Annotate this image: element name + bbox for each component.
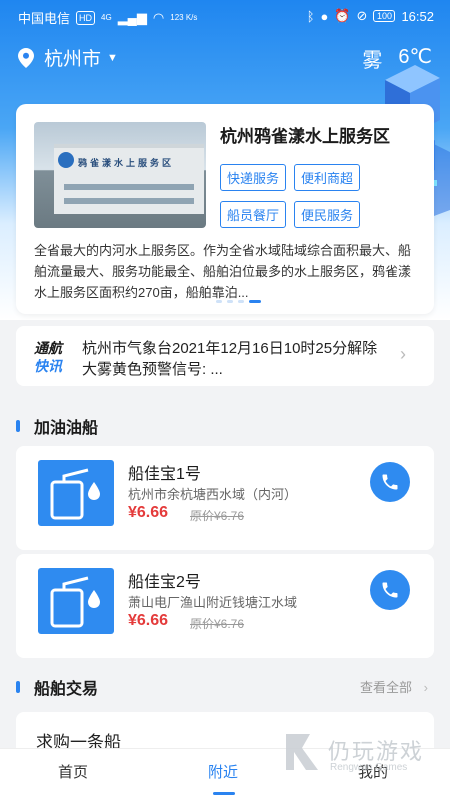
service-area-photo: 鸦雀漾水上服务区: [34, 122, 206, 228]
watermark: 仍玩游戏 Rengwan Games: [276, 728, 436, 778]
ship-original-price: 原价¥6.76: [190, 617, 245, 631]
carousel-dot[interactable]: [238, 300, 244, 303]
alarm-icon: ⏰: [334, 8, 351, 23]
active-tab-indicator: [213, 792, 235, 795]
notice-badge-line2: 快讯: [34, 358, 62, 374]
speed-label: 123 K/s: [170, 13, 198, 22]
bluetooth-icon: ᛒ: [306, 8, 315, 24]
watermark-subtext: Rengwan Games: [330, 762, 408, 773]
banner-description: 全省最大的内河水上服务区。作为全省水域陆域综合面积最大、船舶流量最大、服务功能最…: [34, 243, 412, 300]
ship-address: 杭州市余杭塘西水域（内河）: [128, 487, 298, 502]
fuel-section-header: 加油油船: [16, 414, 98, 438]
tag-public-service[interactable]: 便民服务: [294, 201, 361, 228]
see-all-label: 查看全部: [360, 680, 413, 695]
chevron-right-icon: ›: [423, 680, 428, 695]
banner-title: 杭州鸦雀漾水上服务区: [220, 127, 390, 146]
section-marker: [16, 681, 20, 693]
notice-text: 杭州市气象台2021年12月16日10时25分解除大雾黄色预警信号: ...: [82, 340, 378, 378]
building-sign: 鸦雀漾水上服务区: [78, 158, 175, 168]
ship-original-price: 原价¥6.76: [190, 509, 245, 523]
phone-icon: [382, 474, 398, 490]
city-selector[interactable]: 杭州市 ▼: [18, 44, 118, 71]
carousel-indicator: [216, 300, 261, 303]
trade-section-header: 船舶交易: [16, 675, 98, 699]
carrier-label: 中国电信: [18, 11, 71, 26]
dnd-icon: ⊘: [356, 8, 368, 23]
ship-name: 船佳宝2号: [128, 574, 201, 591]
tag-crew-restaurant[interactable]: 船员餐厅: [220, 201, 287, 228]
caret-down-icon: ▼: [107, 51, 118, 64]
status-bar: 中国电信 HD 4G ▂▄▆ ◠ 123 K/s ᛒ ● ⏰ ⊘ 100 16:…: [0, 0, 450, 32]
notice-badge-line1: 通航: [34, 340, 62, 356]
fuel-section-title: 加油油船: [34, 420, 99, 437]
chevron-right-icon: ›: [400, 344, 406, 364]
signal-icon: ▂▄▆: [117, 9, 147, 25]
location-status-icon: ●: [320, 8, 329, 24]
clock: 16:52: [401, 8, 434, 24]
tab-home[interactable]: 首页: [58, 761, 88, 782]
call-button[interactable]: [370, 570, 410, 610]
see-all-link[interactable]: 查看全部 ›: [360, 677, 428, 696]
tab-nearby[interactable]: 附近: [208, 761, 238, 782]
wifi-icon: ◠: [152, 9, 165, 25]
ship-price: ¥6.66: [128, 612, 169, 629]
hd-badge: HD: [76, 10, 96, 25]
carousel-dot[interactable]: [227, 300, 233, 303]
fuel-ship-card[interactable]: 船佳宝2号 萧山电厂渔山附近钱塘江水域 ¥6.66 原价¥6.76: [16, 554, 434, 658]
service-tags: 快递服务 便利商超 船员餐厅 便民服务: [220, 164, 390, 228]
navigation-notice[interactable]: 通航 快讯 杭州市气象台2021年12月16日10时25分解除大雾黄色预警信号:…: [16, 326, 434, 386]
battery-icon: 100: [373, 10, 396, 22]
carousel-dot-active[interactable]: [249, 300, 261, 303]
ship-price: ¥6.66: [128, 504, 169, 521]
fuel-ship-card[interactable]: 船佳宝1号 杭州市余杭塘西水域（内河） ¥6.66 原价¥6.76: [16, 446, 434, 550]
fuel-can-icon: [38, 460, 114, 526]
phone-icon: [382, 582, 398, 598]
notice-badge: 通航 快讯: [34, 339, 62, 375]
watermark-logo-icon: [286, 734, 318, 770]
ship-address: 萧山电厂渔山附近钱塘江水域: [128, 595, 298, 610]
section-marker: [16, 420, 20, 432]
building-graphic: [54, 144, 204, 214]
trade-section-title: 船舶交易: [34, 681, 99, 698]
tag-express[interactable]: 快递服务: [220, 164, 287, 191]
tag-convenience-store[interactable]: 便利商超: [294, 164, 361, 191]
location-pin-icon: [18, 47, 34, 68]
ship-name: 船佳宝1号: [128, 466, 201, 483]
city-name: 杭州市: [44, 49, 102, 70]
fuel-can-icon: [38, 568, 114, 634]
carousel-dot[interactable]: [216, 300, 222, 303]
network-label: 4G: [101, 13, 112, 22]
call-button[interactable]: [370, 462, 410, 502]
building-logo-icon: [58, 152, 74, 168]
service-area-banner[interactable]: 鸦雀漾水上服务区 杭州鸦雀漾水上服务区 快递服务 便利商超 船员餐厅 便民服务 …: [16, 104, 434, 314]
